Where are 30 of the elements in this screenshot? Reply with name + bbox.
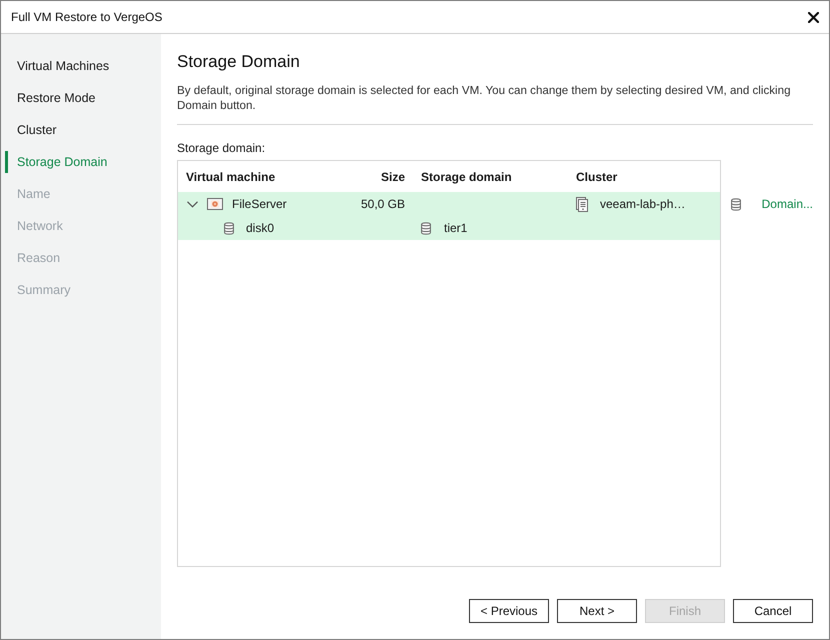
- chevron-down-icon[interactable]: [187, 200, 198, 208]
- column-header: Cluster: [575, 170, 618, 184]
- virtual-machine-icon: [207, 198, 223, 210]
- page-description: By default, original storage domain is selected for each VM. You can change them by selecting desired VM, and clicking Domain button.: [177, 83, 792, 113]
- database-icon: [224, 222, 234, 234]
- close-icon[interactable]: [808, 12, 819, 22]
- table-cell: veeam-lab-ph…: [600, 197, 686, 211]
- table-row[interactable]: FileServer 50,0 GB veeam-lab-ph…: [178, 192, 720, 216]
- domain-button[interactable]: Domain...: [730, 192, 813, 216]
- table-row[interactable]: disk0 tier1: [178, 216, 720, 240]
- window-title: Full VM Restore to VergeOS: [11, 10, 162, 24]
- cancel-button[interactable]: Cancel: [733, 599, 813, 623]
- field-label: Storage domain:: [177, 141, 266, 156]
- wizard-step[interactable]: Restore Mode: [5, 87, 161, 109]
- page-title: Storage Domain: [177, 51, 301, 73]
- next-button[interactable]: Next >: [557, 599, 637, 623]
- column-header: Virtual machine: [185, 170, 276, 184]
- table-cell: 50,0 GB: [360, 197, 405, 211]
- server-icon: [576, 196, 588, 212]
- database-icon: [730, 198, 741, 210]
- database-icon: [421, 222, 431, 234]
- wizard-step[interactable]: Virtual Machines: [5, 55, 161, 77]
- table-cell: disk0: [246, 221, 274, 235]
- wizard-step[interactable]: Cluster: [5, 119, 161, 141]
- wizard-step[interactable]: Storage Domain: [5, 151, 161, 173]
- column-header: Storage domain: [420, 170, 513, 184]
- table-cell: tier1: [444, 221, 468, 235]
- column-header: Size: [380, 170, 406, 184]
- table-cell: FileServer: [232, 197, 287, 211]
- previous-button[interactable]: < Previous: [469, 599, 549, 623]
